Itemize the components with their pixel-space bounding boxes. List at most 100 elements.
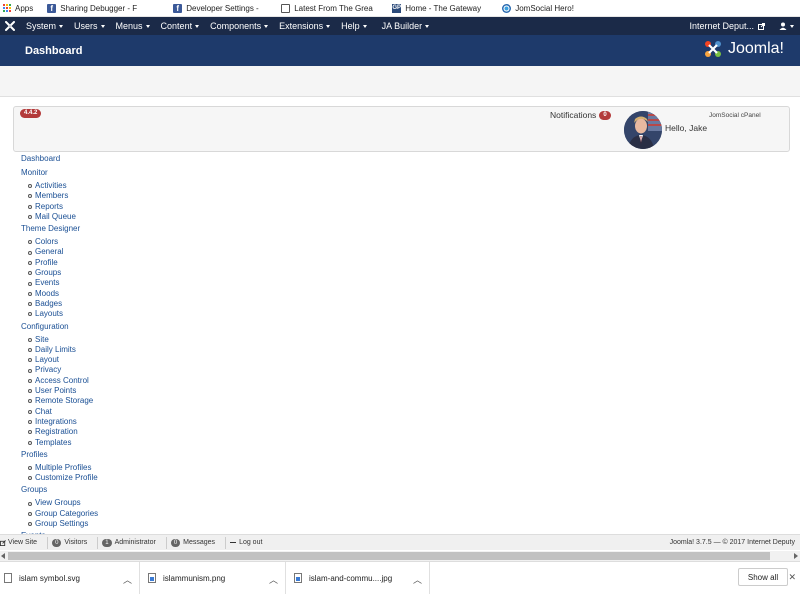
notifications-count-badge: 0 (599, 110, 611, 120)
menu-label: Content (160, 21, 193, 31)
menu-section-configuration[interactable]: Configuration (21, 322, 221, 332)
submenu-item[interactable]: Templates (28, 438, 221, 448)
logout-link[interactable]: Log out (225, 536, 262, 549)
submenu-item[interactable]: General (28, 247, 221, 257)
bookmark-label: Sharing Debugger - F (60, 3, 138, 13)
bookmark-label: Home - The Gateway (405, 3, 482, 13)
show-all-button[interactable]: Show all (738, 568, 788, 586)
chevron-up-icon[interactable]: ︿ (123, 573, 132, 586)
scrollbar-thumb[interactable] (8, 552, 770, 560)
submenu-item[interactable]: Layouts (28, 309, 221, 319)
download-filename: islammunism.png (163, 573, 226, 583)
submenu-item[interactable]: Layout (28, 355, 221, 365)
bookmark-developer-settings[interactable]: f Developer Settings - (173, 0, 267, 17)
menu-users[interactable]: Users (74, 21, 105, 31)
facebook-icon: f (173, 3, 183, 13)
bookmark-jomsocial-hero[interactable]: JomSocial Hero! (502, 0, 574, 17)
submenu-item-label: Members (35, 191, 69, 201)
user-icon (779, 22, 787, 30)
bookmark-home-gateway[interactable]: GP Home - The Gateway (392, 0, 488, 17)
administrator-label: Administrator (114, 539, 156, 546)
submenu-item[interactable]: Daily Limits (28, 345, 221, 355)
page-header: Dashboard Joomla! (0, 35, 800, 66)
facebook-icon: f (47, 3, 57, 13)
menu-components[interactable]: Components (210, 21, 269, 31)
scroll-right-arrow-icon[interactable] (794, 553, 798, 559)
apps-grid-icon (2, 4, 11, 13)
submenu-item[interactable]: Reports (28, 202, 221, 212)
submenu-configuration: Site Daily Limits Layout Privacy Access … (28, 335, 221, 448)
submenu-item[interactable]: Group Categories (28, 509, 221, 519)
submenu-item[interactable]: Mail Queue (28, 212, 221, 222)
horizontal-scrollbar[interactable] (0, 551, 800, 561)
submenu-item[interactable]: Multiple Profiles (28, 463, 221, 473)
submenu-item[interactable]: Integrations (28, 417, 221, 427)
circle-bullet-icon (28, 250, 32, 255)
joomla-small-icon[interactable] (2, 17, 18, 35)
submenu-item[interactable]: Privacy (28, 365, 221, 375)
submenu-item[interactable]: Activities (28, 181, 221, 191)
close-icon[interactable]: ✕ (788, 572, 796, 583)
submenu-item[interactable]: Events (28, 278, 221, 288)
submenu-item[interactable]: Group Settings (28, 519, 221, 529)
submenu-item[interactable]: Access Control (28, 376, 221, 386)
download-item[interactable]: islammunism.png ︿ (140, 562, 286, 594)
chevron-up-icon[interactable]: ︿ (413, 573, 422, 586)
user-menu[interactable] (779, 22, 794, 30)
menu-system[interactable]: System (26, 21, 64, 31)
bookmark-latest-from[interactable]: Latest From The Grea (281, 0, 378, 17)
submenu-item[interactable]: Chat (28, 407, 221, 417)
menu-section-profiles[interactable]: Profiles (21, 450, 221, 460)
menu-dashboard-link[interactable]: Dashboard (21, 154, 221, 164)
download-item[interactable]: islam-and-commu....jpg ︿ (286, 562, 430, 594)
menu-section-groups[interactable]: Groups (21, 485, 221, 495)
circle-bullet-icon (28, 281, 32, 286)
visitors-indicator[interactable]: 0 Visitors (47, 536, 87, 549)
version-badge: 4.4.2 (20, 109, 42, 118)
circle-bullet-icon (28, 389, 32, 394)
site-link[interactable]: Internet Deput... (689, 21, 765, 31)
submenu-groups: View Groups Group Categories Group Setti… (28, 498, 221, 529)
submenu-item-label: Colors (35, 237, 59, 247)
submenu-item-label: Events (35, 278, 60, 288)
circle-bullet-icon (28, 260, 32, 265)
submenu-item[interactable]: Customize Profile (28, 473, 221, 483)
submenu-item[interactable]: Remote Storage (28, 396, 221, 406)
submenu-item[interactable]: Colors (28, 237, 221, 247)
submenu-item-label: Site (35, 334, 49, 344)
external-link-icon (758, 22, 765, 30)
bookmark-sharing-debugger[interactable]: f Sharing Debugger - F (47, 0, 159, 17)
download-item[interactable]: islam symbol.svg ︿ (0, 562, 140, 594)
menu-label: Menus (115, 21, 143, 31)
notifications-button[interactable]: Notifications 0 (550, 110, 611, 120)
submenu-item[interactable]: Badges (28, 299, 221, 309)
circle-bullet-icon (28, 184, 32, 189)
view-site-link[interactable]: View Site (0, 537, 37, 549)
avatar[interactable] (624, 111, 662, 149)
submenu-item[interactable]: Moods (28, 289, 221, 299)
menu-content[interactable]: Content (161, 21, 200, 31)
bookmark-apps[interactable]: Apps (2, 0, 33, 17)
submenu-item[interactable]: Profile (28, 258, 221, 268)
scroll-left-arrow-icon[interactable] (1, 553, 5, 559)
submenu-item[interactable]: View Groups (28, 498, 221, 508)
menu-help[interactable]: Help (341, 21, 367, 31)
submenu-item[interactable]: Groups (28, 268, 221, 278)
submenu-item[interactable]: Members (28, 191, 221, 201)
menu-section-theme-designer[interactable]: Theme Designer (21, 224, 221, 234)
submenu-item[interactable]: Registration (28, 427, 221, 437)
submenu-monitor: Activities Members Reports Mail Queue (28, 181, 221, 222)
image-file-icon (148, 573, 156, 583)
menu-extensions[interactable]: Extensions (279, 21, 331, 31)
chevron-up-icon[interactable]: ︿ (269, 573, 278, 586)
submenu-item-label: General (35, 247, 64, 257)
messages-indicator[interactable]: 0 Messages (165, 536, 215, 549)
submenu-item[interactable]: Site (28, 335, 221, 345)
menu-ja-builder[interactable]: JA Builder (382, 21, 430, 31)
administrator-indicator[interactable]: 1 Administrator (97, 536, 156, 549)
menu-menus[interactable]: Menus (116, 21, 150, 31)
gateway-icon: GP (392, 3, 402, 13)
submenu-item[interactable]: User Points (28, 386, 221, 396)
menu-section-monitor[interactable]: Monitor (21, 168, 221, 178)
submenu-item-label: Moods (35, 288, 60, 298)
